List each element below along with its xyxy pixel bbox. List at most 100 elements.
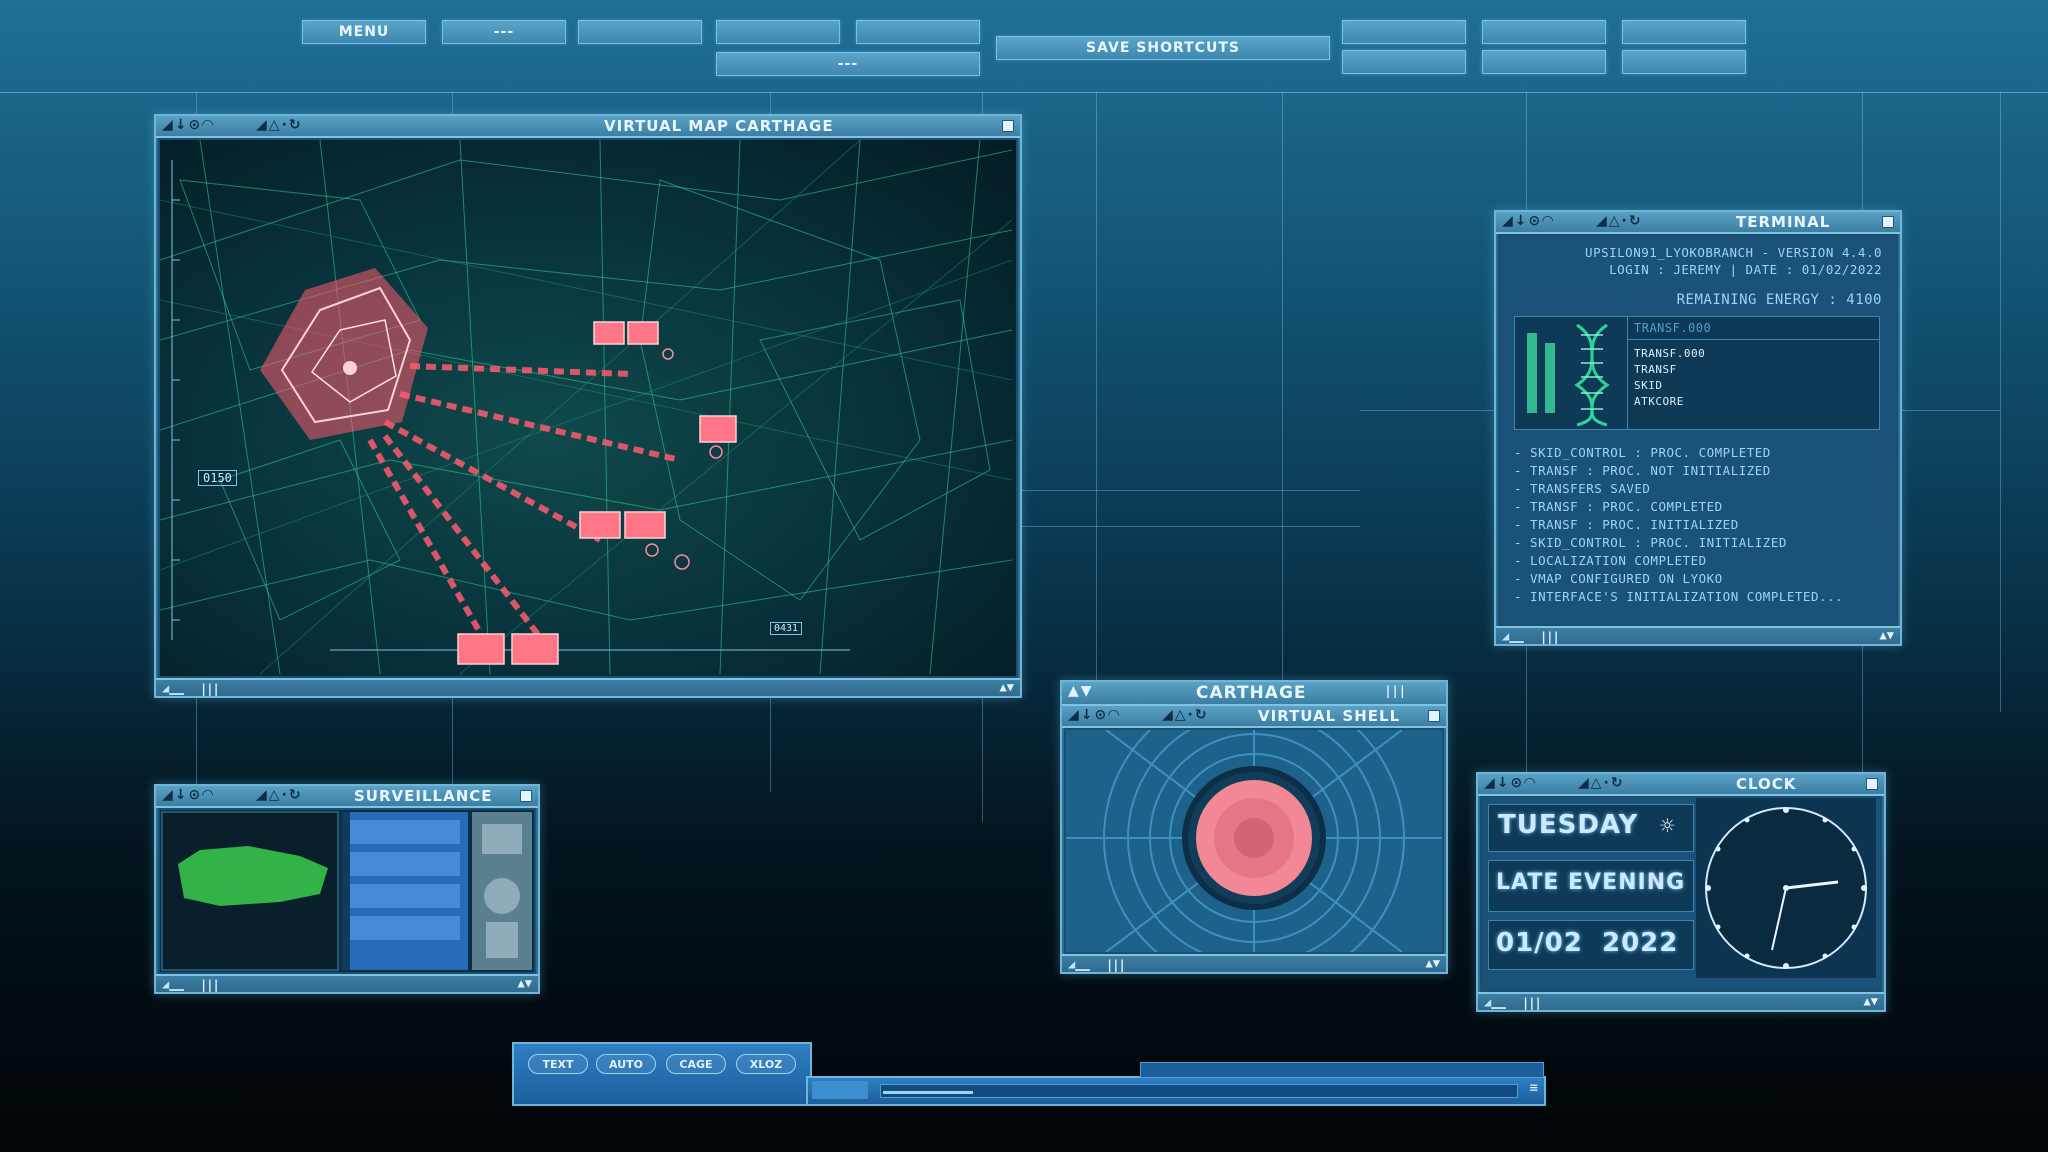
- menu-slot-sub-button[interactable]: ---: [716, 52, 980, 76]
- scroll-handle[interactable]: |||: [200, 978, 220, 992]
- surveillance-window: ◢↓⊙◠ ◢△·↻ SURVEILLANCE ◢▁▁ ||| ▲▼: [154, 784, 540, 994]
- bottom-tab-strip[interactable]: [1140, 1062, 1544, 1078]
- progress-fill: [883, 1091, 973, 1094]
- terminal-energy: REMAINING ENERGY : 4100: [1676, 292, 1882, 308]
- surveillance-titlebar[interactable]: ◢↓⊙◠ ◢△·↻ SURVEILLANCE: [156, 786, 538, 808]
- virtual-map-graphic: [160, 140, 1013, 675]
- transfer-list-item[interactable]: SKID: [1628, 378, 1879, 394]
- surveillance-footer: ◢▁▁ ||| ▲▼: [156, 974, 538, 992]
- log-line: - SKID_CONTROL : PROC. COMPLETED: [1514, 445, 1771, 460]
- window-tools-icon[interactable]: ◢△·↻: [1596, 213, 1643, 229]
- close-icon[interactable]: [1002, 120, 1014, 132]
- map-window-title: VIRTUAL MAP CARTHAGE: [604, 117, 834, 135]
- clock-year: 2022: [1602, 928, 1679, 958]
- map-marker-bottom: 0431: [770, 622, 803, 635]
- menu-slot-4-button[interactable]: [716, 20, 840, 44]
- map-viewport[interactable]: 0150 0431: [160, 140, 1016, 676]
- clock-period: LATE EVENING: [1496, 870, 1686, 895]
- clock-day: TUESDAY: [1498, 810, 1639, 840]
- transfer-list-item[interactable]: TRANSF.000: [1628, 346, 1879, 362]
- clock-titlebar[interactable]: ◢↓⊙◠ ◢△·↻ CLOCK: [1478, 774, 1884, 796]
- terminal-footer: ◢▁▁ ||| ▲▼: [1496, 626, 1900, 644]
- window-controls-icon[interactable]: ◢↓⊙◠: [1502, 213, 1555, 229]
- terminal-titlebar[interactable]: ◢↓⊙◠ ◢△·↻ TERMINAL: [1496, 212, 1900, 234]
- toolbar-auto-button[interactable]: AUTO: [596, 1054, 656, 1074]
- log-line: - VMAP CONFIGURED ON LYOKO: [1514, 571, 1723, 586]
- window-tools-icon[interactable]: ◢△·↻: [1162, 707, 1209, 723]
- log-line: - TRANSFERS SAVED: [1514, 481, 1651, 496]
- virtual-shell-window: ▲▼ CARTHAGE ||| ◢↓⊙◠ ◢△·↻ VIRTUAL SHELL …: [1060, 680, 1448, 974]
- scroll-handle[interactable]: |||: [1384, 684, 1406, 698]
- menu-slot-10-button[interactable]: [1482, 50, 1606, 74]
- transfer-list-item[interactable]: TRANSF: [1628, 362, 1879, 378]
- bottom-status-bar: ≡: [806, 1076, 1546, 1106]
- close-icon[interactable]: [1428, 710, 1440, 722]
- window-controls-icon[interactable]: ◢↓⊙◠: [162, 787, 215, 803]
- transfer-list-header: TRANSF.000: [1628, 317, 1879, 340]
- terminal-version: UPSILON91_LYOKOBRANCH - VERSION 4.4.0: [1585, 245, 1882, 260]
- menu-slot-7-button[interactable]: [1482, 20, 1606, 44]
- resize-arrows-icon[interactable]: ▲▼: [1864, 994, 1878, 1008]
- terminal-transfer-panel: TRANSF.000 TRANSF.000 TRANSF SKID ATKCOR…: [1514, 316, 1880, 430]
- scroll-handle[interactable]: |||: [1522, 996, 1542, 1010]
- clock-date: 01/02: [1496, 928, 1583, 958]
- menu-button[interactable]: MENU: [302, 20, 426, 44]
- clock-title: CLOCK: [1736, 775, 1797, 793]
- resize-arrows-icon[interactable]: ▲▼: [1880, 628, 1894, 642]
- shell-viewport[interactable]: [1066, 730, 1442, 952]
- window-controls-icon[interactable]: ◢↓⊙◠: [162, 117, 215, 133]
- map-marker-left: 0150: [198, 470, 237, 486]
- toolbar-cage-button[interactable]: CAGE: [666, 1054, 726, 1074]
- log-line: - SKID_CONTROL : PROC. INITIALIZED: [1514, 535, 1787, 550]
- shell-footer: ◢▁▁ ||| ▲▼: [1062, 954, 1446, 972]
- window-controls-icon[interactable]: ◢↓⊙◠: [1068, 707, 1121, 723]
- terminal-login: LOGIN : JEREMY | DATE : 01/02/2022: [1609, 262, 1882, 277]
- resize-arrows-icon[interactable]: ▲▼: [1000, 680, 1014, 694]
- menu-slot-2-button[interactable]: ---: [442, 20, 566, 44]
- window-tools-icon[interactable]: ◢△·↻: [1578, 775, 1625, 791]
- terminal-title: TERMINAL: [1736, 213, 1831, 231]
- dna-icon: [1527, 323, 1610, 427]
- shell-header-bar[interactable]: ▲▼ CARTHAGE |||: [1062, 682, 1446, 706]
- scroll-handle[interactable]: |||: [1540, 630, 1560, 644]
- window-tools-icon[interactable]: ◢△·↻: [256, 787, 303, 803]
- shell-titlebar[interactable]: ◢↓⊙◠ ◢△·↻ VIRTUAL SHELL: [1062, 706, 1446, 728]
- map-window-titlebar[interactable]: ◢↓⊙◠ ◢△·↻ VIRTUAL MAP CARTHAGE: [156, 116, 1020, 138]
- surveillance-title: SURVEILLANCE: [354, 787, 493, 805]
- resize-arrows-icon[interactable]: ▲▼: [1068, 683, 1094, 699]
- menu-slot-6-button[interactable]: [1342, 20, 1466, 44]
- toolbar-xloz-button[interactable]: XLOZ: [736, 1054, 796, 1074]
- scroll-handle[interactable]: |||: [200, 682, 220, 696]
- terminal-window: ◢↓⊙◠ ◢△·↻ TERMINAL UPSILON91_LYOKOBRANCH…: [1494, 210, 1902, 646]
- menu-slot-11-button[interactable]: [1622, 50, 1746, 74]
- close-icon[interactable]: [1882, 216, 1894, 228]
- close-icon[interactable]: [1866, 778, 1878, 790]
- status-block: [812, 1081, 868, 1099]
- menu-slot-8-button[interactable]: [1622, 20, 1746, 44]
- clock-window: ◢↓⊙◠ ◢△·↻ CLOCK TUESDAY ☼ LATE EVENING 0…: [1476, 772, 1886, 1012]
- menu-slot-9-button[interactable]: [1342, 50, 1466, 74]
- progress-track: [880, 1084, 1518, 1098]
- map-window-footer: ◢▁▁ ||| ▲▼: [156, 678, 1020, 696]
- menu-lines-icon[interactable]: ≡: [1530, 1080, 1538, 1096]
- bottom-toolbar: TEXT AUTO CAGE XLOZ: [512, 1042, 812, 1106]
- scroll-handle[interactable]: |||: [1106, 958, 1126, 972]
- shell-header: CARTHAGE: [1196, 683, 1307, 703]
- menu-slot-3-button[interactable]: [578, 20, 702, 44]
- window-tools-icon[interactable]: ◢△·↻: [256, 117, 303, 133]
- log-line: - TRANSF : PROC. COMPLETED: [1514, 499, 1723, 514]
- transfer-list-item[interactable]: ATKCORE: [1628, 394, 1879, 410]
- close-icon[interactable]: [520, 790, 532, 802]
- virtual-shell-graphic: [1066, 730, 1442, 952]
- surveillance-feeds[interactable]: [160, 810, 534, 972]
- log-line: - LOCALIZATION COMPLETED: [1514, 553, 1707, 568]
- window-controls-icon[interactable]: ◢↓⊙◠: [1484, 775, 1537, 791]
- clock-body: TUESDAY ☼ LATE EVENING 01/02 2022: [1482, 798, 1880, 990]
- toolbar-text-button[interactable]: TEXT: [528, 1054, 588, 1074]
- resize-arrows-icon[interactable]: ▲▼: [1426, 956, 1440, 970]
- resize-arrows-icon[interactable]: ▲▼: [518, 976, 532, 990]
- menu-slot-5-button[interactable]: [856, 20, 980, 44]
- terminal-body[interactable]: UPSILON91_LYOKOBRANCH - VERSION 4.4.0 LO…: [1500, 236, 1896, 624]
- save-shortcuts-button[interactable]: SAVE SHORTCUTS: [996, 36, 1330, 60]
- terminal-log: - SKID_CONTROL : PROC. COMPLETED - TRANS…: [1514, 444, 1843, 606]
